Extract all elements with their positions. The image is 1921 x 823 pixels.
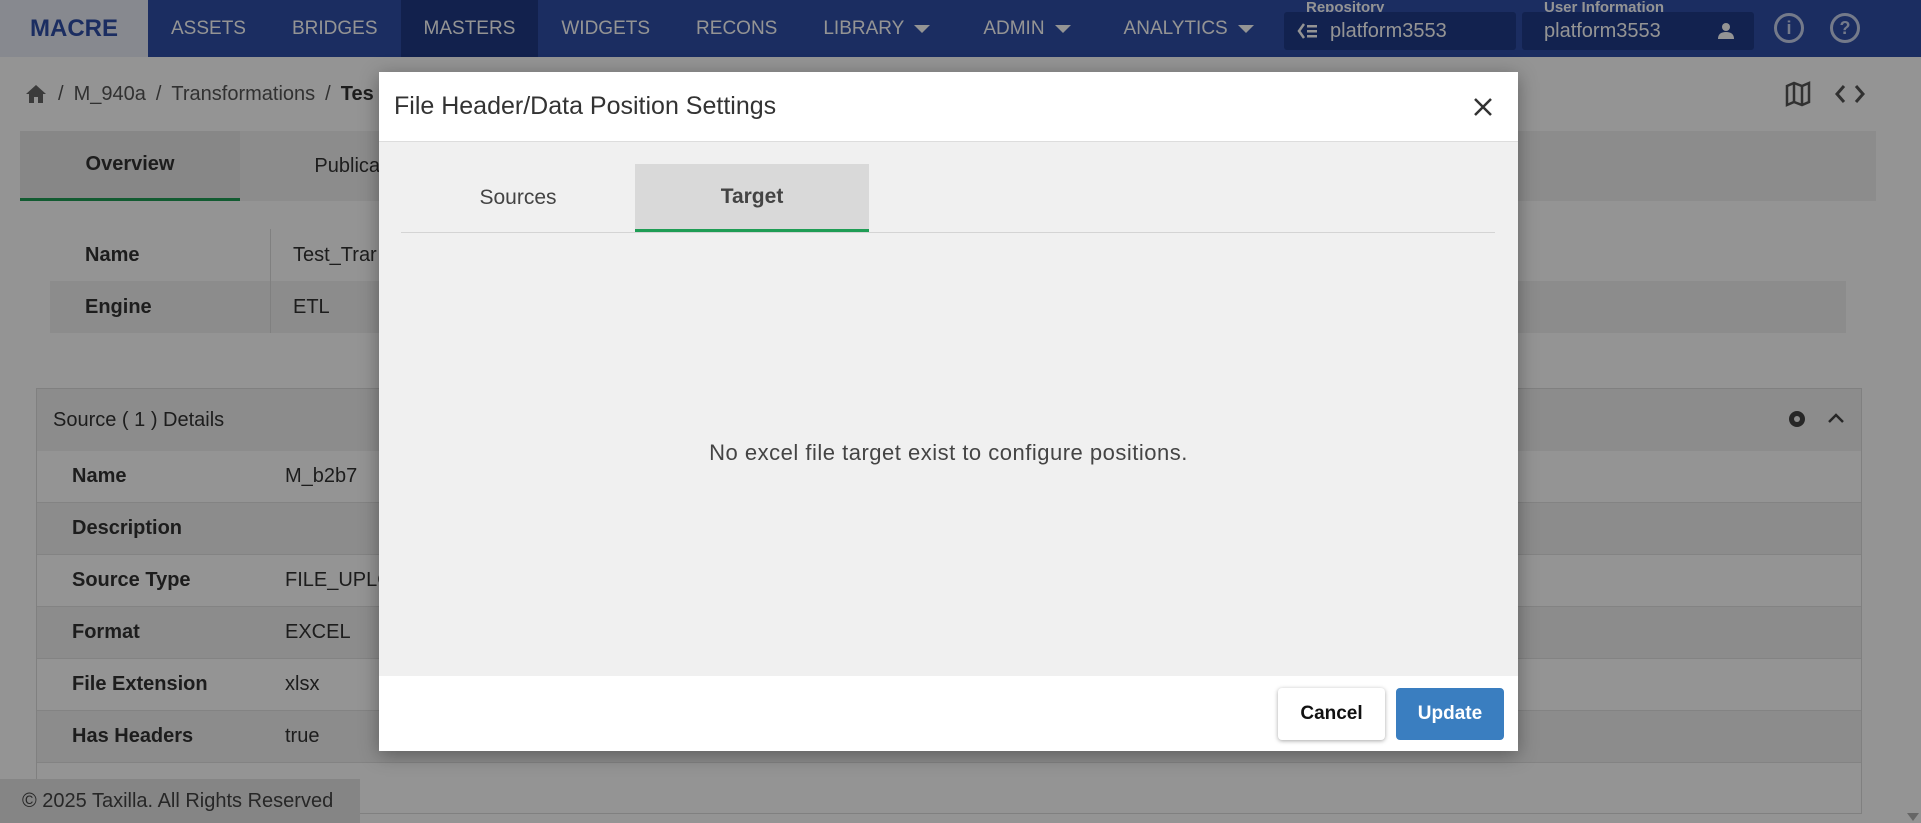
close-icon bbox=[1474, 97, 1492, 116]
tab-target[interactable]: Target bbox=[635, 164, 869, 232]
dialog-title: File Header/Data Position Settings bbox=[394, 92, 777, 120]
dialog-header: File Header/Data Position Settings bbox=[379, 72, 1518, 142]
cancel-button[interactable]: Cancel bbox=[1278, 687, 1385, 740]
dialog-tabs: Sources Target bbox=[401, 164, 1495, 233]
close-button[interactable] bbox=[1463, 87, 1503, 127]
empty-state-message: No excel file target exist to configure … bbox=[709, 440, 1188, 465]
update-button[interactable]: Update bbox=[1396, 687, 1504, 740]
scroll-down-arrow-icon[interactable] bbox=[1907, 813, 1919, 821]
file-position-settings-dialog: File Header/Data Position Settings Sourc… bbox=[379, 72, 1518, 751]
tab-sources[interactable]: Sources bbox=[401, 164, 635, 232]
dialog-footer: Cancel Update bbox=[379, 676, 1518, 751]
